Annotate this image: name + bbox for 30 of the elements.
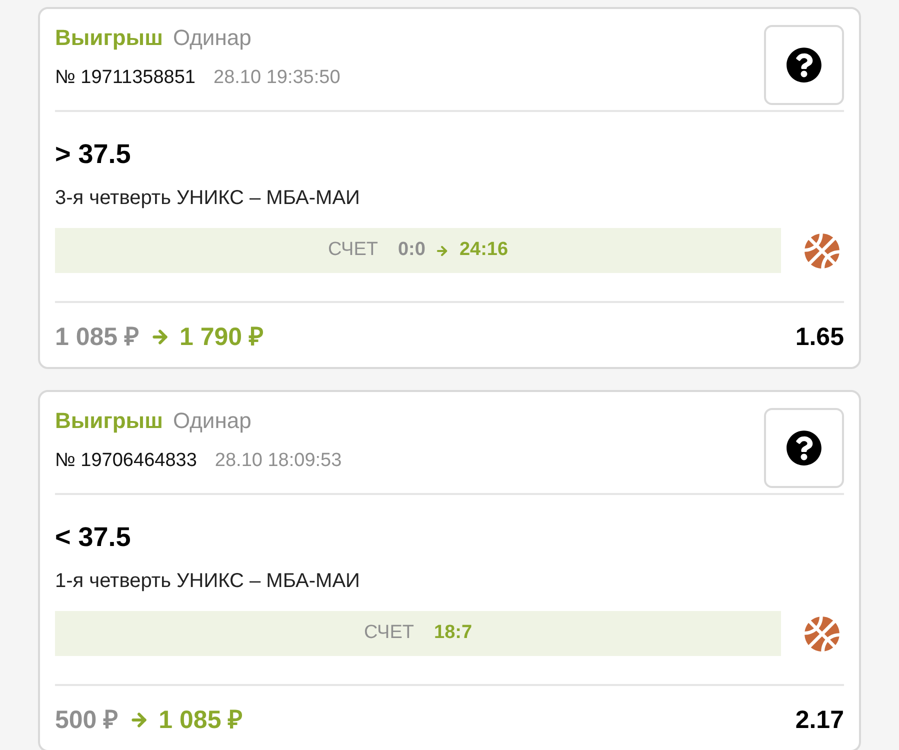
arrow-icon — [150, 327, 170, 347]
bet-status: Выигрыш — [55, 25, 163, 51]
help-icon — [786, 47, 822, 83]
help-icon — [786, 430, 822, 466]
score-start: 0:0 — [398, 238, 426, 262]
bet-number: № 19711358851 — [55, 66, 196, 90]
bet-number: № 19706464833 — [55, 449, 197, 473]
score-label: СЧЕТ — [364, 621, 414, 646]
stake-amount: 500 ₽ — [55, 705, 119, 736]
bet-datetime: 28.10 19:35:50 — [214, 66, 340, 90]
score-final: 24:16 — [459, 238, 508, 262]
score-final: 18:7 — [434, 621, 472, 646]
bet-selection: < 37.5 — [55, 522, 132, 552]
payout-amount: 1 085 ₽ — [158, 705, 244, 736]
payout-amount: 1 790 ₽ — [180, 322, 264, 353]
bet-odds: 1.65 — [795, 322, 844, 353]
stake-amount: 1 085 ₽ — [55, 322, 140, 353]
event-name: 3-я четверть УНИКС – МБА-МАИ — [55, 186, 361, 211]
help-button[interactable] — [764, 25, 844, 105]
event-name: 1-я четверть УНИКС – МБА-МАИ — [55, 569, 361, 594]
bet-odds: 2.17 — [795, 705, 844, 736]
bet-datetime: 28.10 18:09:53 — [214, 449, 342, 473]
basketball-icon — [804, 616, 840, 652]
bet-selection: > 37.5 — [55, 139, 132, 169]
bet-type: Одинар — [172, 408, 252, 434]
bet-type: Одинар — [172, 25, 252, 51]
bet-status: Выигрыш — [55, 408, 163, 434]
help-button[interactable] — [764, 408, 844, 488]
basketball-icon — [804, 232, 840, 268]
score-label: СЧЕТ — [328, 238, 378, 262]
